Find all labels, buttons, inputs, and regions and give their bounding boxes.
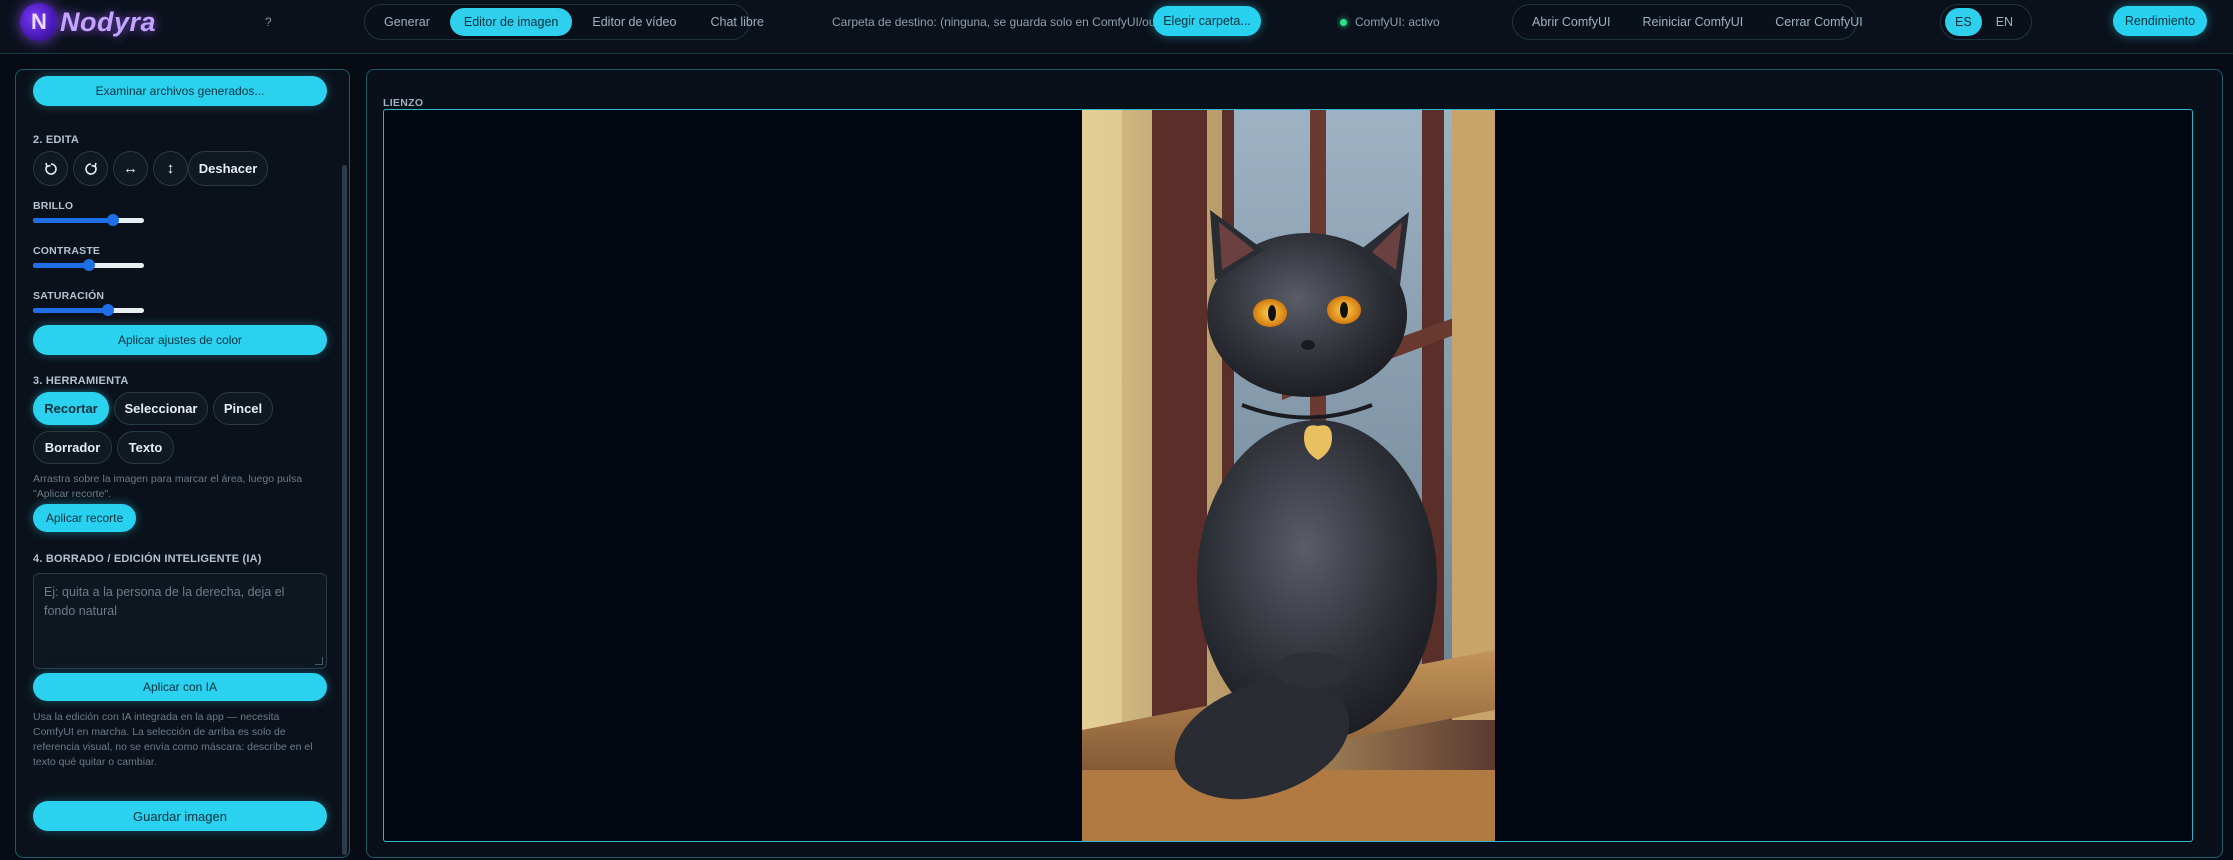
- saturation-slider[interactable]: [33, 302, 144, 318]
- canvas-label: LIENZO: [383, 97, 424, 109]
- flip-vertical-icon: ↕: [166, 160, 175, 177]
- cat-image[interactable]: [1082, 110, 1495, 842]
- ai-note: Usa la edición con IA integrada en la ap…: [33, 711, 313, 768]
- tool-eraser-button[interactable]: Borrador: [33, 431, 112, 464]
- tool-section-title: 3. HERRAMIENTA: [33, 375, 129, 387]
- saturation-label: SATURACIÓN: [33, 290, 105, 302]
- rotate-right-button[interactable]: [73, 151, 108, 186]
- editor-sidebar: Examinar archivos generados... 2. EDITA …: [15, 69, 350, 858]
- edit-section-title: 2. EDITA: [33, 134, 80, 146]
- destination-folder-text: Carpeta de destino: (ninguna, se guarda …: [832, 15, 1180, 29]
- flip-vertical-button[interactable]: ↕: [153, 151, 188, 186]
- ai-prompt-input[interactable]: Ej: quita a la persona de la derecha, de…: [33, 573, 327, 669]
- save-image-button[interactable]: Guardar imagen: [33, 801, 327, 831]
- language-switch: ES EN: [1940, 4, 2032, 40]
- help-button[interactable]: ?: [265, 15, 272, 29]
- tool-brush-button[interactable]: Pincel: [213, 392, 273, 425]
- contrast-slider[interactable]: [33, 257, 144, 273]
- undo-button[interactable]: Deshacer: [188, 151, 268, 186]
- lang-es-button[interactable]: ES: [1945, 8, 1982, 36]
- brightness-slider[interactable]: [33, 212, 144, 228]
- rotate-left-icon: [44, 162, 57, 175]
- rotate-right-icon: [84, 162, 97, 175]
- choose-folder-button[interactable]: Elegir carpeta...: [1153, 6, 1261, 36]
- app-logo[interactable]: N Nodyra: [20, 3, 156, 41]
- app-name: Nodyra: [60, 6, 157, 37]
- apply-ai-button[interactable]: Aplicar con IA: [33, 673, 327, 701]
- logo-mark-icon: N: [20, 3, 58, 41]
- image-canvas[interactable]: [383, 109, 2193, 842]
- status-dot-icon: [1340, 18, 1347, 26]
- open-comfyui-button[interactable]: Abrir ComfyUI: [1518, 8, 1624, 36]
- tab-editor-video[interactable]: Editor de vídeo: [578, 8, 690, 36]
- contrast-label: CONTRASTE: [33, 245, 101, 257]
- tool-text-button[interactable]: Texto: [117, 431, 174, 464]
- restart-comfyui-button[interactable]: Reiniciar ComfyUI: [1628, 8, 1757, 36]
- apply-crop-button[interactable]: Aplicar recorte: [33, 504, 136, 532]
- tab-editor-imagen[interactable]: Editor de imagen: [449, 8, 573, 36]
- top-bar: N Nodyra ? Generar Editor de imagen Edit…: [0, 0, 2233, 54]
- tool-select-button[interactable]: Seleccionar: [114, 392, 208, 425]
- performance-button[interactable]: Rendimiento: [2113, 6, 2207, 36]
- apply-color-adjustments-button[interactable]: Aplicar ajustes de color: [33, 325, 327, 355]
- canvas-panel: LIENZO: [366, 69, 2223, 858]
- resize-grip-icon[interactable]: [315, 657, 323, 665]
- ai-prompt-placeholder: Ej: quita a la persona de la derecha, de…: [44, 585, 285, 618]
- rotate-left-button[interactable]: [33, 151, 68, 186]
- comfyui-status-text: ComfyUI: activo: [1355, 15, 1440, 29]
- flip-horizontal-button[interactable]: ↔: [113, 151, 148, 186]
- main-tabs: Generar Editor de imagen Editor de vídeo…: [364, 4, 764, 40]
- brightness-label: BRILLO: [33, 200, 74, 212]
- comfyui-controls: Abrir ComfyUI Reiniciar ComfyUI Cerrar C…: [1512, 4, 1863, 40]
- sidebar-scrollbar-thumb[interactable]: [342, 165, 347, 855]
- browse-generated-button[interactable]: Examinar archivos generados...: [33, 76, 327, 106]
- ai-section-title: 4. BORRADO / EDICIÓN INTELIGENTE (IA): [33, 553, 262, 565]
- flip-horizontal-icon: ↔: [123, 160, 138, 177]
- tab-generar[interactable]: Generar: [370, 8, 444, 36]
- tool-crop-button[interactable]: Recortar: [33, 392, 109, 425]
- lang-en-button[interactable]: EN: [1986, 8, 2023, 36]
- comfyui-status: ComfyUI: activo: [1340, 15, 1440, 29]
- close-comfyui-button[interactable]: Cerrar ComfyUI: [1761, 8, 1877, 36]
- crop-hint: Arrastra sobre la imagen para marcar el …: [33, 473, 303, 500]
- tab-chat-libre[interactable]: Chat libre: [696, 8, 778, 36]
